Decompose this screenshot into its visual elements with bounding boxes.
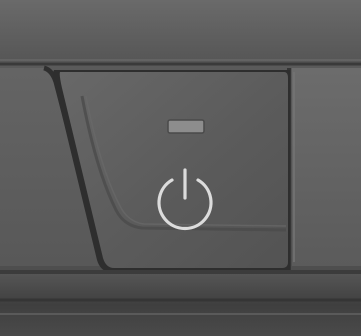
power-button-photo <box>0 0 361 336</box>
chassis-bottom <box>0 274 361 336</box>
right-key <box>292 68 361 266</box>
power-indicator-led <box>167 119 205 134</box>
photo-canvas <box>0 0 361 336</box>
chassis-top <box>0 0 361 62</box>
